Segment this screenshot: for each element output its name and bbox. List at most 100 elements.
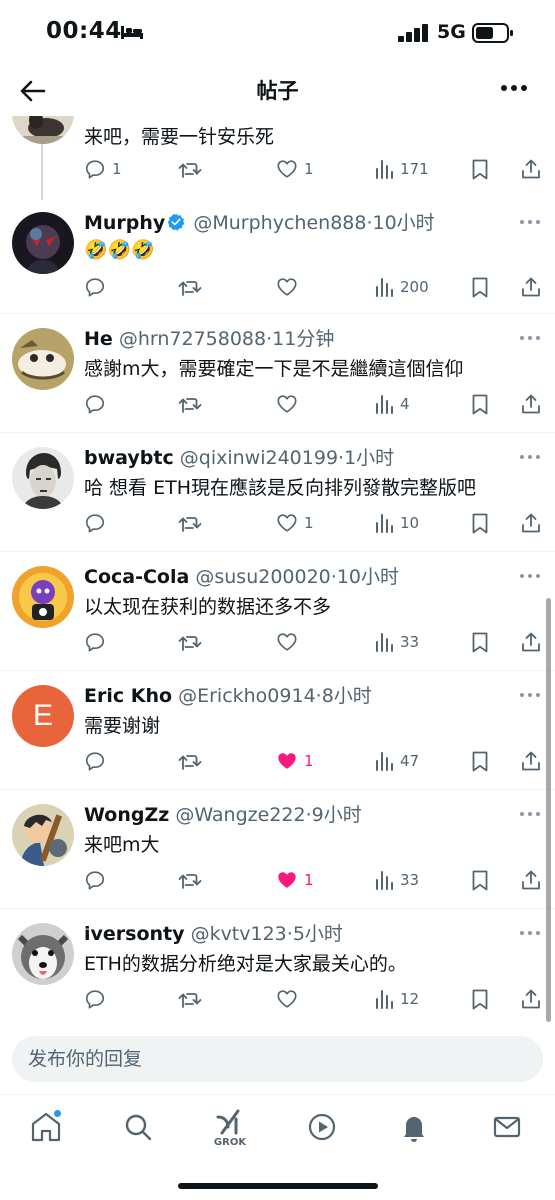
like-button[interactable]: 1 — [276, 156, 314, 182]
reply-composer[interactable] — [12, 1036, 543, 1082]
post-more-icon[interactable] — [519, 691, 541, 699]
bookmark-button[interactable] — [470, 748, 490, 774]
share-button[interactable] — [520, 156, 542, 182]
share-button[interactable] — [520, 986, 542, 1012]
bookmark-button[interactable] — [470, 867, 490, 893]
author-handle[interactable]: @susu200020 — [195, 566, 330, 588]
reply-button[interactable] — [84, 867, 112, 893]
like-button[interactable] — [276, 274, 304, 300]
avatar[interactable] — [12, 447, 74, 509]
post-more-icon[interactable] — [519, 453, 541, 461]
like-button[interactable] — [276, 391, 304, 417]
views-button[interactable]: 47 — [374, 748, 419, 774]
like-button[interactable]: 1 — [276, 748, 314, 774]
avatar[interactable] — [12, 804, 74, 866]
bookmark-button[interactable] — [470, 510, 490, 536]
nav-video[interactable] — [302, 1107, 342, 1147]
heart-filled-icon — [278, 872, 296, 888]
share-button[interactable] — [520, 629, 542, 655]
nav-grok[interactable]: GROK — [210, 1107, 250, 1148]
avatar[interactable] — [12, 116, 74, 144]
share-button[interactable] — [520, 274, 542, 300]
nav-search[interactable] — [118, 1107, 158, 1147]
reply-post[interactable]: Coca-Cola @susu200020·10小时 以太现在获利的数据还多不多… — [0, 552, 555, 671]
author-name[interactable]: Coca-Cola — [84, 566, 189, 588]
reply-post[interactable]: WongZz @Wangze222·9小时 来吧m大 1 33 — [0, 790, 555, 909]
like-button[interactable] — [276, 629, 304, 655]
share-button[interactable] — [520, 867, 542, 893]
author-name[interactable]: Murphy — [84, 212, 165, 234]
views-button[interactable]: 200 — [374, 274, 429, 300]
repost-button[interactable] — [178, 748, 208, 774]
reply-post[interactable]: He @hrn72758088·11分钟 感謝m大，需要確定一下是不是繼續這個信… — [0, 314, 555, 433]
avatar[interactable] — [12, 212, 74, 274]
author-name[interactable]: He — [84, 328, 113, 350]
like-button[interactable] — [276, 986, 304, 1012]
reply-post[interactable]: iversonty @kvtv123·5小时 ETH的数据分析绝对是大家最关心的… — [0, 909, 555, 1026]
like-button[interactable]: 1 — [276, 867, 314, 893]
reply-button[interactable] — [84, 274, 112, 300]
bookmark-button[interactable] — [470, 391, 490, 417]
author-name[interactable]: bwaybtc — [84, 447, 174, 469]
nav-messages[interactable] — [487, 1107, 527, 1147]
bookmark-button[interactable] — [470, 156, 490, 182]
post-more-icon[interactable] — [519, 810, 541, 818]
nav-home[interactable] — [26, 1107, 66, 1147]
scrollbar[interactable] — [546, 598, 551, 1022]
views-button[interactable]: 33 — [374, 867, 419, 893]
repost-button[interactable] — [178, 986, 208, 1012]
reply-post[interactable]: Murphy @Murphychen888·10小时 🤣🤣🤣 200 — [0, 198, 555, 314]
views-button[interactable]: 12 — [374, 986, 419, 1012]
repost-button[interactable] — [178, 510, 208, 536]
repost-button[interactable] — [178, 391, 208, 417]
reply-post[interactable]: 来吧，需要一针安乐死 1 1 171 — [0, 116, 555, 200]
nav-notifications[interactable] — [394, 1107, 434, 1147]
repost-button[interactable] — [178, 867, 208, 893]
post-more-icon[interactable] — [519, 334, 541, 342]
reply-button[interactable] — [84, 986, 112, 1012]
author-handle[interactable]: @Murphychen888 — [193, 212, 366, 234]
more-options-icon[interactable] — [499, 78, 529, 98]
views-button[interactable]: 10 — [374, 510, 419, 536]
avatar[interactable]: E — [12, 685, 74, 747]
author-name[interactable]: iversonty — [84, 923, 185, 945]
author-name[interactable]: Eric Kho — [84, 685, 172, 707]
reply-icon — [85, 633, 105, 652]
post-time: ·8小时 — [315, 685, 372, 707]
reply-input[interactable] — [28, 1036, 528, 1082]
repost-button[interactable] — [178, 274, 208, 300]
bookmark-icon — [472, 394, 488, 415]
author-handle[interactable]: @hrn72758088 — [119, 328, 266, 350]
post-more-icon[interactable] — [519, 218, 541, 226]
author-name[interactable]: WongZz — [84, 804, 169, 826]
reply-post[interactable]: E Eric Kho @Erickho0914·8小时 需要谢谢 1 47 — [0, 671, 555, 790]
like-button[interactable]: 1 — [276, 510, 314, 536]
repost-button[interactable] — [178, 629, 208, 655]
views-button[interactable]: 171 — [374, 156, 429, 182]
reply-post[interactable]: bwaybtc @qixinwi240199·1小时 哈 想看 ETH現在應該是… — [0, 433, 555, 552]
views-button[interactable]: 33 — [374, 629, 419, 655]
bookmark-button[interactable] — [470, 274, 490, 300]
share-button[interactable] — [520, 510, 542, 536]
author-handle[interactable]: @Wangze222 — [175, 804, 305, 826]
reply-button[interactable]: 1 — [84, 156, 122, 182]
repost-icon — [178, 755, 202, 770]
author-handle[interactable]: @qixinwi240199 — [180, 447, 338, 469]
views-button[interactable]: 4 — [374, 391, 410, 417]
avatar[interactable] — [12, 923, 74, 985]
bookmark-button[interactable] — [470, 629, 490, 655]
post-more-icon[interactable] — [519, 572, 541, 580]
reply-button[interactable] — [84, 748, 112, 774]
post-more-icon[interactable] — [519, 929, 541, 937]
share-button[interactable] — [520, 748, 542, 774]
avatar[interactable] — [12, 566, 74, 628]
bookmark-button[interactable] — [470, 986, 490, 1012]
avatar[interactable] — [12, 328, 74, 390]
author-handle[interactable]: @kvtv123 — [191, 923, 287, 945]
reply-button[interactable] — [84, 391, 112, 417]
share-button[interactable] — [520, 391, 542, 417]
reply-button[interactable] — [84, 510, 112, 536]
author-handle[interactable]: @Erickho0914 — [178, 685, 316, 707]
repost-button[interactable] — [178, 156, 208, 182]
reply-button[interactable] — [84, 629, 112, 655]
